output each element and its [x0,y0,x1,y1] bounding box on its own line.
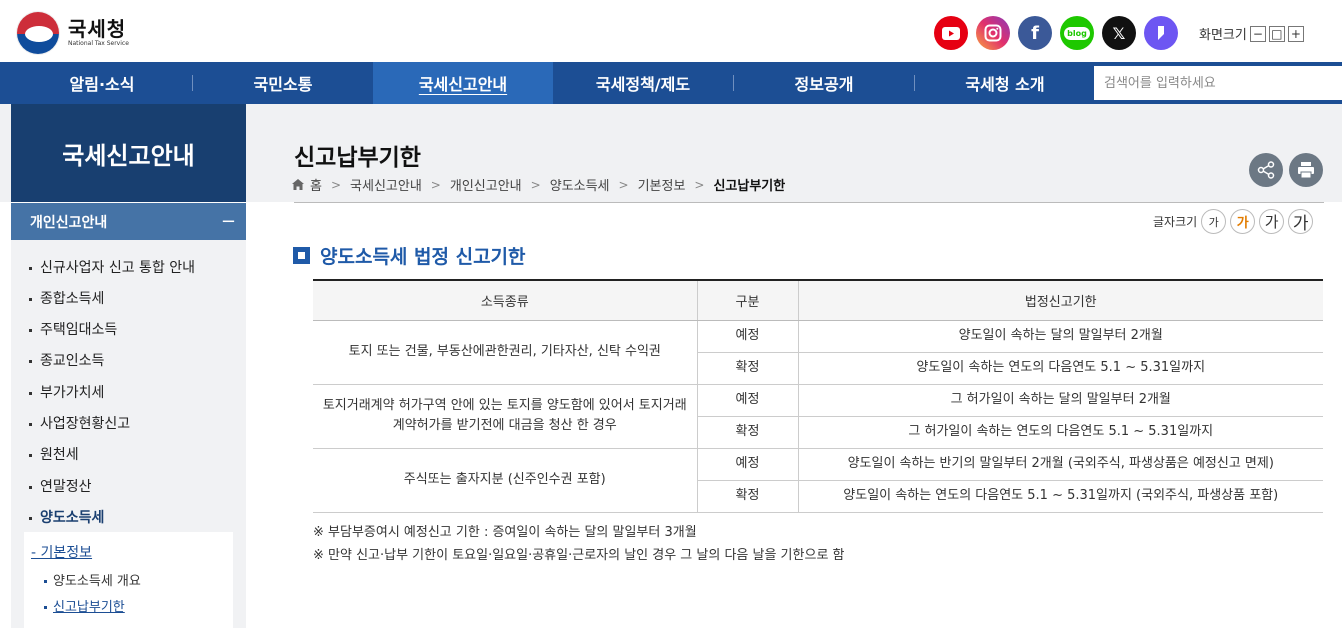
nav-information-disclosure[interactable]: 정보공개 [734,62,914,104]
table-cell-deadline: 그 허가일이 속하는 연도의 다음연도 5.1 ~ 5.31일까지 [798,416,1323,449]
screen-size-label: 화면크기 [1199,28,1247,43]
nav-tax-filing-guide[interactable]: 국세신고안내 [373,62,553,104]
chevron-right-icon: > [618,177,629,192]
chevron-right-icon: > [530,177,541,192]
zoom-in-button[interactable]: + [1287,25,1304,42]
lnb-item-new-business[interactable]: 신규사업자 신고 통합 안내 [29,257,195,277]
table-cell-category: 예정 [697,320,799,353]
story-icon[interactable] [1144,16,1178,50]
table-row: 주식또는 출자지분 (신주인수권 포함) 예정 양도일이 속하는 반기의 말일부… [313,448,1323,513]
filing-deadline-table: 소득종류 구분 법정신고기한 토지 또는 건물, 부동산에관한권리, 기타자산,… [313,279,1323,513]
chevron-right-icon: > [694,177,705,192]
table-cell-deadline: 양도일이 속하는 연도의 다음연도 5.1 ~ 5.31일까지 [798,352,1323,385]
font-size-small-button[interactable]: 가 [1201,209,1227,234]
font-size-medium-button[interactable]: 가 [1230,209,1256,234]
lnb-section-personal-filing[interactable]: 개인신고안내 − [11,203,246,240]
lnb-submenu-filing-deadline[interactable]: 신고납부기한 [44,596,125,615]
section-bullet-icon [293,247,310,264]
nav-about-nts[interactable]: 국세청 소개 [915,62,1095,104]
share-button[interactable] [1249,153,1283,187]
table-cell-deadline: 양도일이 속하는 달의 말일부터 2개월 [798,320,1323,353]
logo-title: 국세청 [68,17,127,41]
collapse-icon[interactable]: − [221,211,236,232]
breadcrumb-capital-gains-tax[interactable]: 양도소득세 [550,175,610,194]
nav-tax-policy[interactable]: 국세정책/제도 [553,62,733,104]
nav-news[interactable]: 알림·소식 [12,62,192,104]
nts-logo[interactable]: 국세청 National Tax Service [16,11,129,55]
logo-subtitle: National Tax Service [68,40,129,47]
table-header-deadline: 법정신고기한 [798,279,1323,321]
x-icon[interactable]: 𝕏 [1102,16,1136,50]
breadcrumb-basic-info[interactable]: 기본정보 [638,175,686,194]
lnb-submenu-overview[interactable]: 양도소득세 개요 [44,570,141,589]
font-size-xlarge-button[interactable]: 가 [1288,209,1314,234]
lnb-item-housing-rental-income[interactable]: 주택임대소득 [29,319,117,339]
taegeuk-emblem-icon [16,11,60,55]
print-button[interactable] [1289,153,1323,187]
site-header: 국세청 National Tax Service f blog 𝕏 화면크기 − [0,0,1342,62]
table-cell-deadline: 양도일이 속하는 연도의 다음연도 5.1 ~ 5.31일까지 (국외주식, 파… [798,480,1323,513]
table-cell-deadline: 그 허가일이 속하는 달의 말일부터 2개월 [798,384,1323,417]
breadcrumb: 홈 > 국세신고안내 > 개인신고안내 > 양도소득세 > 기본정보 > 신고납… [292,175,785,194]
table-cell-category: 확정 [697,352,799,385]
table-cell-income-type: 토지 또는 건물, 부동산에관한권리, 기타자산, 신탁 수익권 [313,320,698,385]
breadcrumb-tax-filing-guide[interactable]: 국세신고안내 [350,175,422,194]
youtube-icon[interactable] [934,16,968,50]
lnb-item-year-end-settlement[interactable]: 연말정산 [29,476,92,496]
table-header-category: 구분 [697,279,799,321]
lnb-submenu-basic-info[interactable]: - 기본정보 [31,542,92,562]
page-title: 신고납부기한 [294,145,421,171]
table-row: 토지 또는 건물, 부동산에관한권리, 기타자산, 신탁 수익권 예정 양도일이… [313,320,1323,385]
instagram-icon[interactable] [976,16,1010,50]
table-cell-income-type: 주식또는 출자지분 (신주인수권 포함) [313,448,698,513]
lnb-item-religious-income[interactable]: 종교인소득 [29,350,104,370]
zoom-out-button[interactable]: − [1249,25,1266,42]
lnb-title: 국세신고안내 [11,104,246,202]
note-gift-with-debt: ※ 부담부증여시 예정신고 기한 : 증여일이 속하는 달의 말일부터 3개월 [313,525,697,540]
table-cell-category: 예정 [697,448,799,481]
breadcrumb-current: 신고납부기한 [713,179,786,194]
breadcrumb-personal-filing[interactable]: 개인신고안내 [450,175,522,194]
table-cell-income-type: 토지거래계약 허가구역 안에 있는 토지를 양도함에 있어서 토지거래 계약허가… [313,384,698,449]
section-title: 양도소득세 법정 신고기한 [293,242,526,269]
facebook-icon[interactable]: f [1018,16,1052,50]
font-size-large-button[interactable]: 가 [1259,209,1285,234]
breadcrumb-home[interactable]: 홈 [310,175,322,194]
lnb-item-vat[interactable]: 부가가치세 [29,382,104,402]
sns-links: f blog 𝕏 [934,16,1186,50]
search-input[interactable] [1094,66,1342,100]
table-cell-category: 확정 [697,480,799,513]
lnb-section-label: 개인신고안내 [30,214,108,231]
share-icon [1257,161,1275,179]
table-cell-category: 예정 [697,384,799,417]
content-divider [294,202,1324,203]
chevron-right-icon: > [330,177,342,192]
table-row: 토지거래계약 허가구역 안에 있는 토지를 양도함에 있어서 토지거래 계약허가… [313,384,1323,449]
print-icon [1298,162,1314,179]
lnb-item-business-status-report[interactable]: 사업장현황신고 [29,413,130,433]
lnb-item-comprehensive-income-tax[interactable]: 종합소득세 [29,288,104,308]
blog-icon[interactable]: blog [1060,16,1094,50]
zoom-reset-button[interactable]: □ [1268,25,1285,42]
screen-size-control: 화면크기 − □ + [1199,24,1304,43]
table-header-row: 소득종류 구분 법정신고기한 [313,279,1323,321]
lnb-item-capital-gains-tax[interactable]: 양도소득세 [29,507,104,527]
note-holiday-deadline: ※ 만약 신고·납부 기한이 토요일·일요일·공휴일·근로자의 날인 경우 그 … [313,548,845,563]
table-cell-deadline: 양도일이 속하는 반기의 말일부터 2개월 (국외주식, 파생상품은 예정신고 … [798,448,1323,481]
font-size-control: 글자크기 가 가 가 가 [1153,209,1314,234]
nav-communication[interactable]: 국민소통 [193,62,373,104]
font-size-label: 글자크기 [1153,215,1198,229]
lnb-item-withholding-tax[interactable]: 원천세 [29,444,79,464]
home-icon [292,179,304,190]
blog-label: blog [1064,26,1090,40]
table-cell-category: 확정 [697,416,799,449]
table-header-income-type: 소득종류 [313,279,698,321]
chevron-right-icon: > [430,177,441,192]
